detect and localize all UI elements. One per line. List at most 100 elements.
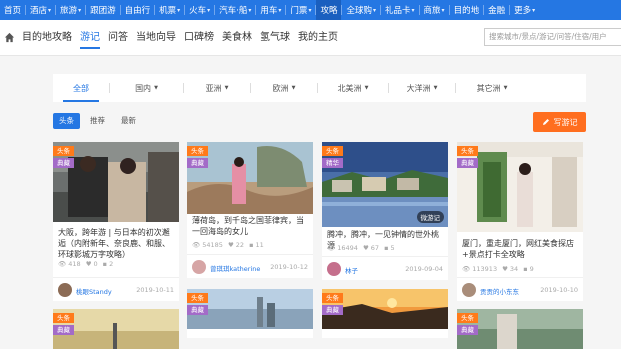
sub-nav-link[interactable]: 当地向导 <box>136 20 176 56</box>
travelogue-card[interactable]: 头条 精华 微游记 腾冲，腾冲，一见钟情的世外桃源 👁 16494 ♥ 67 ▪ 5 林子 2019-… <box>322 142 448 280</box>
avatar[interactable] <box>192 260 206 274</box>
write-travelogue-button[interactable]: 写游记 <box>533 112 586 132</box>
card-cover-image[interactable]: 头条 典藏 <box>53 142 179 222</box>
filter-item[interactable]: 全部 <box>53 74 109 102</box>
heart-icon: ♥ <box>362 244 369 252</box>
home-icon[interactable] <box>4 32 15 43</box>
pencil-icon <box>542 119 549 125</box>
topnav-item[interactable]: 旅游 ▾ <box>56 0 85 20</box>
sort-tab[interactable]: 头条 <box>53 113 80 129</box>
filter-item[interactable]: 其它洲 ▼ <box>456 74 528 102</box>
travelogue-card[interactable]: 头条 典藏 厦门，重走厦门，网红美食探店+景点打卡全攻略 👁 113913 ♥ 34 ▪ 9 贡贡… <box>457 142 583 301</box>
card-cover-image[interactable]: 头条 典藏 <box>53 309 179 349</box>
sort-tab[interactable]: 推荐 <box>84 113 111 129</box>
comments-count: 5 <box>390 244 395 252</box>
travelogue-card[interactable]: 头条 典藏大阪，跨年游 | 与日本的初次邂逅（内附新年、奈良鹿、和服、环球影城万字… <box>53 142 179 301</box>
sub-nav-link[interactable]: 我的主页 <box>298 20 338 56</box>
topnav-item[interactable]: 更多 ▾ <box>510 0 539 20</box>
region-filter-bar: 全部 国内 ▼ 亚洲 ▼ 欧洲 ▼ 北美洲 ▼ 大洋洲 ▼ 其它洲 ▼ <box>53 74 586 102</box>
filter-item-label: 大洋洲 <box>406 83 431 93</box>
search-input[interactable]: 搜索城市/景点/游记/问答/住宿/用户 <box>484 28 621 46</box>
collection-badge: 典藏 <box>187 158 208 168</box>
topnav-item[interactable]: 门票 ▾ <box>286 0 315 20</box>
topnav-item[interactable]: 目的地 <box>450 0 484 20</box>
sort-tabs: 头条 推荐 最新 <box>53 113 146 129</box>
sub-nav-link[interactable]: 口碑榜 <box>184 20 214 56</box>
collection-badge: 典藏 <box>457 325 478 335</box>
filter-item[interactable]: 国内 ▼ <box>110 74 183 102</box>
author-name[interactable]: 桃眼Standy <box>76 286 112 296</box>
author-name[interactable]: 贡贡的小东东 <box>480 286 519 296</box>
sub-nav-link[interactable]: 目的地攻略 <box>22 20 72 56</box>
author-name[interactable]: 曾琪琪katherine <box>210 263 260 273</box>
card-footer: 桃眼Standy 2019-10-11 <box>53 277 179 301</box>
chevron-down-icon: ▼ <box>224 85 229 91</box>
chevron-down-icon: ▾ <box>207 6 211 14</box>
card-title[interactable]: 薄荷岛，到千岛之国菲律宾，当一回海岛的女儿 <box>192 215 308 237</box>
topnav-item-label: 礼品卡 <box>385 6 411 16</box>
topnav-item[interactable]: 汽车·船 ▾ <box>215 0 255 20</box>
likes-count: 67 <box>370 244 380 252</box>
card-stats: 👁 54185 ♥ 22 ▪ 11 <box>192 241 269 249</box>
card-cover-image[interactable]: 头条 典藏 <box>457 142 583 232</box>
chevron-down-icon: ▼ <box>433 85 438 91</box>
top-navigation-bar: 首页 酒店 ▾ 旅游 ▾ 跟团游 自由行 机票 ▾ 火车 ▾ 汽车·船 ▾ 用车 ▾ 门票 ▾ 攻略 全球购 ▾ 礼品卡… <box>0 0 621 20</box>
avatar[interactable] <box>327 262 341 276</box>
sub-nav-link[interactable]: 问答 <box>108 20 128 56</box>
topnav-item[interactable]: 首页 <box>0 0 25 20</box>
filter-item[interactable]: 大洋洲 ▼ <box>389 74 455 102</box>
sort-tab[interactable]: 最新 <box>115 113 142 129</box>
card-cover-image[interactable]: 头条 典藏 <box>457 309 583 349</box>
sub-nav-link[interactable]: 游记 <box>80 20 100 56</box>
card-cover-image[interactable]: 头条 典藏 <box>187 142 313 214</box>
topnav-item[interactable]: 自由行 <box>121 0 155 20</box>
travelogue-card[interactable]: 头条 典藏 <box>457 309 583 349</box>
post-date: 2019-10-11 <box>136 286 174 294</box>
card-cover-image[interactable]: 头条 典藏 <box>322 289 448 339</box>
headline-badge: 头条 <box>457 146 478 156</box>
author-name[interactable]: 林子 <box>345 265 358 275</box>
topnav-item[interactable]: 跟团游 <box>86 0 120 20</box>
topnav-item-label: 自由行 <box>124 6 151 16</box>
filter-item[interactable]: 北美洲 ▼ <box>318 74 388 102</box>
topnav-item-label: 火车 <box>189 6 207 16</box>
filter-item-label: 北美洲 <box>337 83 362 93</box>
travelogue-card[interactable]: 头条 典藏 <box>322 289 448 338</box>
chevron-down-icon: ▾ <box>278 6 282 14</box>
card-footer: 贡贡的小东东 2019-10-10 <box>457 277 583 301</box>
views-count: 113913 <box>472 265 498 273</box>
topnav-item[interactable]: 酒店 ▾ <box>26 0 55 20</box>
topnav-item[interactable]: 机票 ▾ <box>155 0 184 20</box>
topnav-item[interactable]: 全球购 ▾ <box>342 0 380 20</box>
chevron-down-icon: ▾ <box>177 6 181 14</box>
filter-item[interactable]: 亚洲 ▼ <box>184 74 250 102</box>
card-title[interactable]: 厦门，重走厦门，网红美食探店+景点打卡全攻略 <box>462 238 578 260</box>
sub-nav-link[interactable]: 氢气球 <box>260 20 290 56</box>
travelogue-card[interactable]: 头条典藏薄荷岛，到千岛之国菲律宾，当一回海岛的女儿 👁 54185 ♥ 22 ▪ 11 曾琪琪… <box>187 142 313 278</box>
topnav-item[interactable]: 用车 ▾ <box>256 0 285 20</box>
topnav-item[interactable]: 攻略 <box>316 0 342 20</box>
headline-badge: 头条 <box>53 146 74 156</box>
eye-icon: 👁 <box>462 265 471 273</box>
travelogue-card[interactable]: 头条 典藏 <box>53 309 179 349</box>
topnav-item-label: 旅游 <box>60 6 78 16</box>
topnav-item[interactable]: 礼品卡 ▾ <box>381 0 419 20</box>
avatar[interactable] <box>462 283 476 297</box>
card-cover-image[interactable]: 头条 精华 微游记 <box>322 142 448 227</box>
topnav-item-label: 更多 <box>514 6 532 16</box>
travelogue-card[interactable]: 头条 典藏 <box>187 289 313 338</box>
filter-item[interactable]: 欧洲 ▼ <box>251 74 317 102</box>
chevron-down-icon: ▼ <box>154 85 158 91</box>
card-title[interactable]: 大阪，跨年游 | 与日本的初次邂逅（内附新年、奈良鹿、和服、环球影城万字攻略） <box>58 227 174 260</box>
sub-nav-link[interactable]: 美食林 <box>222 20 252 56</box>
card-cover-image[interactable]: 头条 典藏 <box>187 289 313 339</box>
collection-badge: 精华 <box>322 158 343 168</box>
headline-badge: 头条 <box>187 146 208 156</box>
topnav-item[interactable]: 金融 <box>484 0 509 20</box>
topnav-item-label: 酒店 <box>30 6 48 16</box>
topnav-item[interactable]: 火车 ▾ <box>185 0 214 20</box>
avatar[interactable] <box>58 283 72 297</box>
filter-item-label: 全部 <box>73 83 89 93</box>
post-date: 2019-09-04 <box>405 265 443 273</box>
topnav-item[interactable]: 商旅 ▾ <box>420 0 449 20</box>
